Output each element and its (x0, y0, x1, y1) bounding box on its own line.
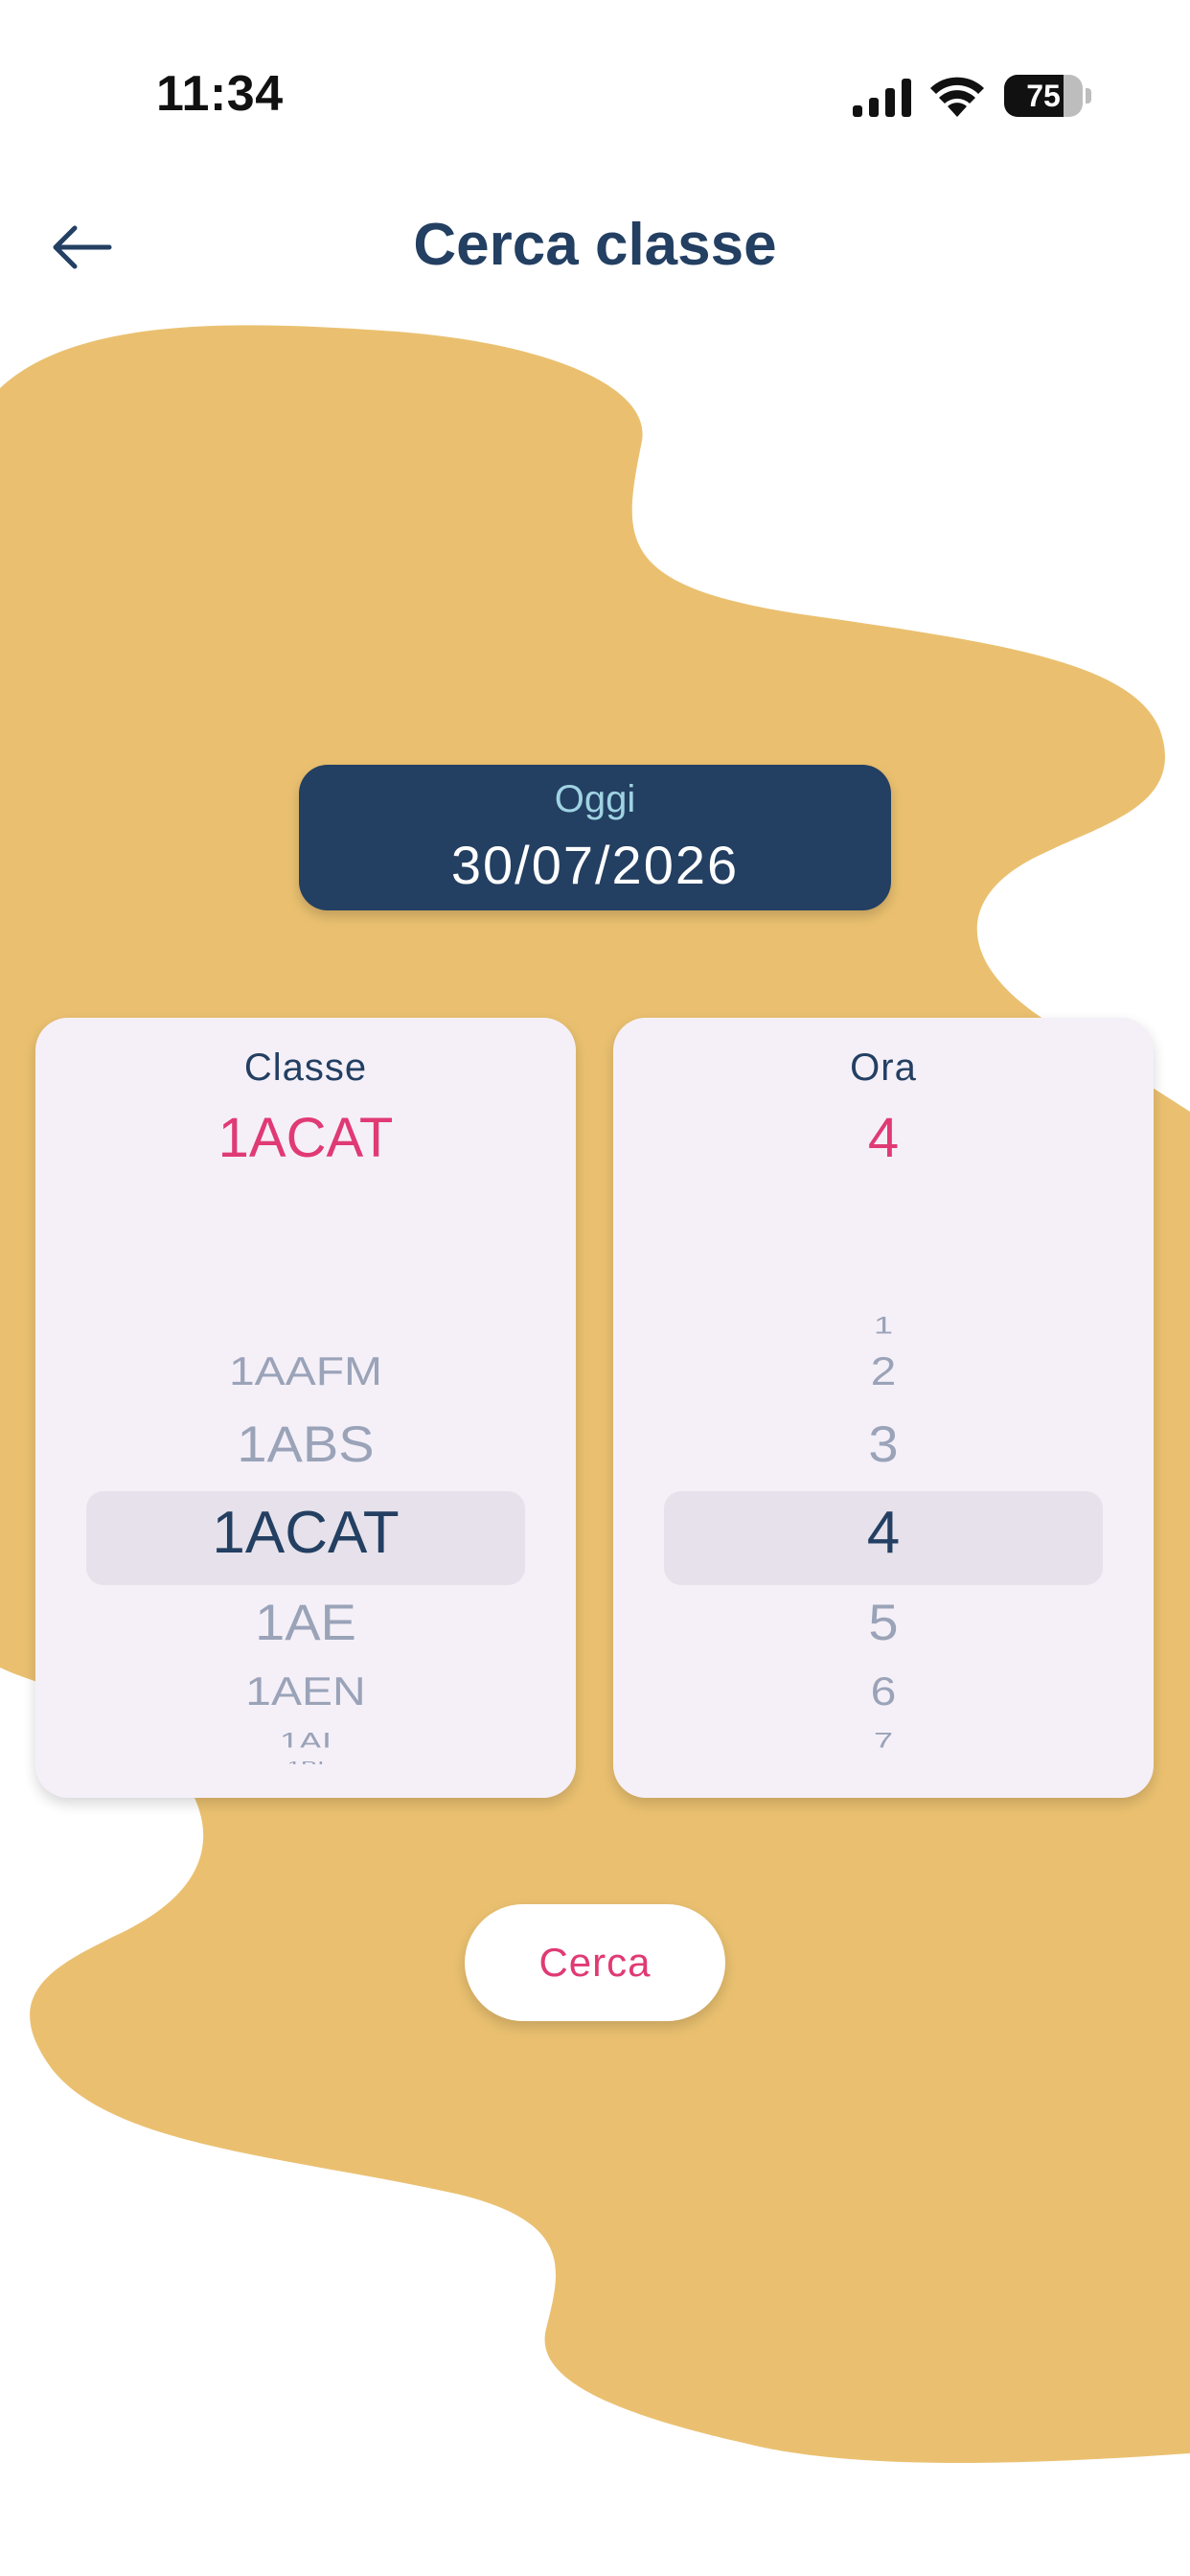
hour-picker-label: Ora (850, 1046, 917, 1089)
wheel-item[interactable]: 1AEN (35, 1669, 576, 1714)
hour-selected-value: 4 (867, 1107, 900, 1169)
class-selected-value: 1ACAT (217, 1107, 394, 1169)
hour-picker-wheel[interactable]: 1 2 3 4 5 6 7 (613, 1238, 1154, 1794)
search-button[interactable]: Cerca (465, 1904, 725, 2021)
status-bar: 11:34 75 (0, 0, 1190, 192)
status-time: 11:34 (156, 66, 284, 122)
wheel-item[interactable]: 1ABS (35, 1414, 576, 1473)
wheel-item[interactable]: 6 (613, 1669, 1154, 1714)
date-selector-button[interactable]: Oggi 30/07/2026 (299, 765, 891, 910)
battery-percent: 75 (1026, 78, 1061, 113)
class-picker-card: Classe 1ACAT 1AAFM 1ABS 1ACAT 1AE 1AEN 1… (35, 1018, 576, 1798)
battery-tip (1086, 88, 1091, 104)
wheel-item[interactable]: 5 (613, 1593, 1154, 1651)
page-title: Cerca classe (413, 212, 777, 278)
date-value: 30/07/2026 (450, 835, 740, 895)
wheel-item[interactable]: 1 (613, 1311, 1154, 1339)
wheel-item-selected[interactable]: 4 (613, 1499, 1154, 1567)
wheel-item[interactable]: 1BI (35, 1759, 576, 1764)
wheel-item[interactable]: 7 (613, 1728, 1154, 1748)
wifi-icon (930, 77, 984, 117)
wheel-item[interactable]: 1AAFM (35, 1349, 576, 1394)
hour-picker-card: Ora 4 1 2 3 4 5 6 7 (613, 1018, 1154, 1798)
wheel-item[interactable]: 2 (613, 1349, 1154, 1394)
class-picker-wheel[interactable]: 1AAFM 1ABS 1ACAT 1AE 1AEN 1AI 1BI (35, 1238, 576, 1794)
cellular-signal-icon (853, 79, 911, 117)
class-picker-label: Classe (243, 1046, 368, 1089)
wheel-item-selected[interactable]: 1ACAT (35, 1499, 576, 1567)
wheel-item[interactable]: 1AI (35, 1728, 576, 1748)
battery-icon: 75 (1004, 75, 1083, 117)
date-label: Oggi (554, 778, 636, 820)
wheel-item[interactable]: 1AE (35, 1593, 576, 1651)
wheel-item[interactable]: 3 (613, 1414, 1154, 1473)
